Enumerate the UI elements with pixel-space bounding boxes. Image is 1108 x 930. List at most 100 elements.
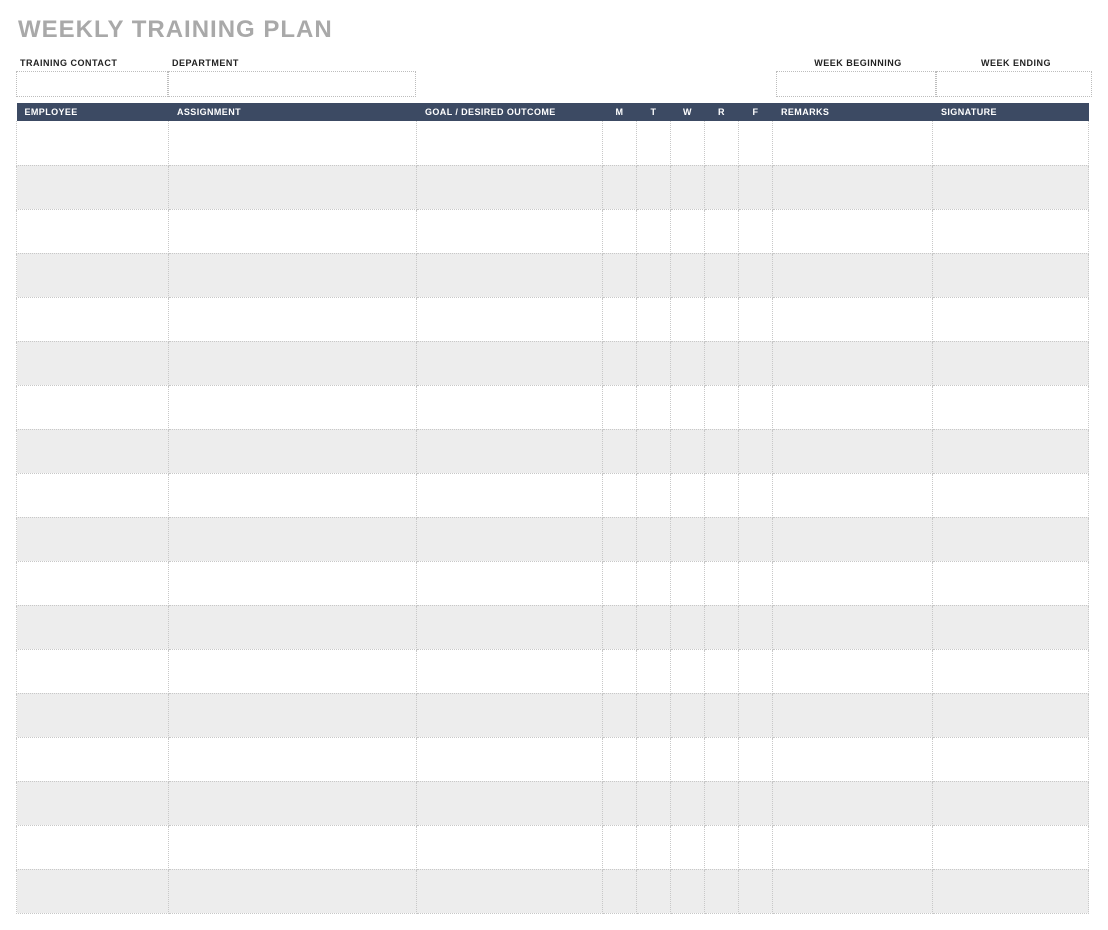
cell-assignment[interactable] [169,649,417,693]
cell-w[interactable] [671,297,705,341]
cell-w[interactable] [671,561,705,605]
cell-goal[interactable] [417,385,603,429]
cell-w[interactable] [671,869,705,913]
cell-remarks[interactable] [773,649,933,693]
cell-f[interactable] [739,341,773,385]
cell-r[interactable] [705,385,739,429]
cell-signature[interactable] [933,649,1089,693]
cell-goal[interactable] [417,649,603,693]
cell-assignment[interactable] [169,209,417,253]
cell-goal[interactable] [417,429,603,473]
cell-goal[interactable] [417,869,603,913]
cell-w[interactable] [671,605,705,649]
cell-f[interactable] [739,209,773,253]
cell-m[interactable] [603,561,637,605]
cell-f[interactable] [739,781,773,825]
cell-employee[interactable] [17,781,169,825]
cell-m[interactable] [603,869,637,913]
cell-assignment[interactable] [169,341,417,385]
cell-f[interactable] [739,693,773,737]
cell-t[interactable] [637,473,671,517]
cell-remarks[interactable] [773,825,933,869]
cell-f[interactable] [739,869,773,913]
cell-remarks[interactable] [773,781,933,825]
cell-m[interactable] [603,253,637,297]
cell-remarks[interactable] [773,473,933,517]
cell-remarks[interactable] [773,253,933,297]
cell-remarks[interactable] [773,605,933,649]
week-ending-field[interactable] [936,71,1092,97]
cell-goal[interactable] [417,473,603,517]
cell-employee[interactable] [17,693,169,737]
cell-f[interactable] [739,253,773,297]
cell-goal[interactable] [417,693,603,737]
cell-signature[interactable] [933,121,1089,165]
cell-goal[interactable] [417,561,603,605]
cell-employee[interactable] [17,561,169,605]
cell-r[interactable] [705,869,739,913]
cell-goal[interactable] [417,825,603,869]
cell-signature[interactable] [933,561,1089,605]
cell-signature[interactable] [933,517,1089,561]
cell-f[interactable] [739,561,773,605]
cell-r[interactable] [705,561,739,605]
cell-t[interactable] [637,429,671,473]
cell-employee[interactable] [17,209,169,253]
cell-t[interactable] [637,605,671,649]
cell-employee[interactable] [17,473,169,517]
cell-f[interactable] [739,385,773,429]
cell-w[interactable] [671,781,705,825]
cell-m[interactable] [603,473,637,517]
cell-f[interactable] [739,605,773,649]
training-contact-field[interactable] [16,71,168,97]
cell-t[interactable] [637,165,671,209]
cell-r[interactable] [705,473,739,517]
department-field[interactable] [168,71,416,97]
cell-signature[interactable] [933,693,1089,737]
cell-signature[interactable] [933,165,1089,209]
cell-signature[interactable] [933,781,1089,825]
cell-f[interactable] [739,737,773,781]
cell-remarks[interactable] [773,341,933,385]
cell-t[interactable] [637,297,671,341]
cell-t[interactable] [637,737,671,781]
cell-assignment[interactable] [169,165,417,209]
cell-remarks[interactable] [773,165,933,209]
cell-t[interactable] [637,561,671,605]
cell-goal[interactable] [417,517,603,561]
cell-m[interactable] [603,517,637,561]
cell-t[interactable] [637,341,671,385]
week-beginning-field[interactable] [776,71,936,97]
cell-assignment[interactable] [169,473,417,517]
cell-f[interactable] [739,429,773,473]
cell-r[interactable] [705,693,739,737]
cell-employee[interactable] [17,385,169,429]
cell-m[interactable] [603,781,637,825]
cell-employee[interactable] [17,165,169,209]
cell-remarks[interactable] [773,561,933,605]
cell-remarks[interactable] [773,517,933,561]
cell-r[interactable] [705,121,739,165]
cell-goal[interactable] [417,165,603,209]
cell-w[interactable] [671,385,705,429]
cell-r[interactable] [705,605,739,649]
cell-f[interactable] [739,649,773,693]
cell-remarks[interactable] [773,737,933,781]
cell-f[interactable] [739,473,773,517]
cell-r[interactable] [705,517,739,561]
cell-t[interactable] [637,253,671,297]
cell-assignment[interactable] [169,737,417,781]
cell-signature[interactable] [933,209,1089,253]
cell-assignment[interactable] [169,605,417,649]
cell-signature[interactable] [933,737,1089,781]
cell-assignment[interactable] [169,693,417,737]
cell-signature[interactable] [933,825,1089,869]
cell-m[interactable] [603,429,637,473]
cell-t[interactable] [637,209,671,253]
cell-f[interactable] [739,297,773,341]
cell-signature[interactable] [933,297,1089,341]
cell-t[interactable] [637,385,671,429]
cell-employee[interactable] [17,869,169,913]
cell-assignment[interactable] [169,385,417,429]
cell-goal[interactable] [417,297,603,341]
